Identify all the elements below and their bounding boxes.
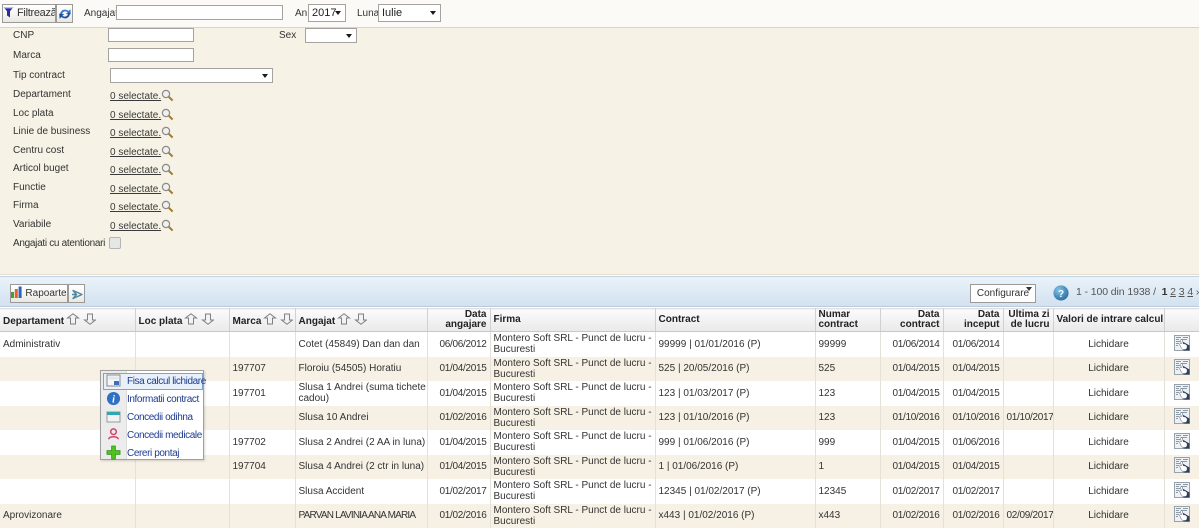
svg-text:?: ? <box>1058 289 1064 300</box>
svg-text:i: i <box>112 394 115 405</box>
